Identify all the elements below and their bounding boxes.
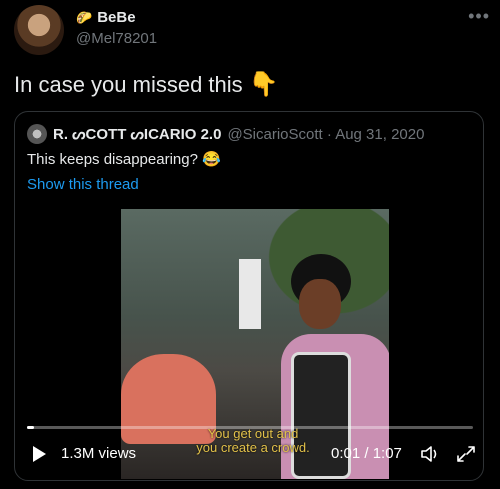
quoted-tweet[interactable]: R. ᔕCOTT ᔕICARIO 2.0 @SicarioScott · Aug… bbox=[14, 111, 484, 481]
tweet-text: In case you missed this 👇 bbox=[14, 72, 279, 98]
video-face bbox=[299, 279, 341, 329]
more-options-icon[interactable]: ••• bbox=[468, 6, 490, 27]
pointing-down-icon: 👇 bbox=[248, 71, 279, 98]
laughing-icon: 😂 bbox=[202, 151, 221, 168]
video-player[interactable]: You get out and you create a crowd. bbox=[121, 209, 389, 479]
quoted-avatar[interactable] bbox=[27, 124, 47, 144]
show-thread-link[interactable]: Show this thread bbox=[27, 176, 139, 193]
volume-icon[interactable] bbox=[420, 444, 442, 464]
author-avatar[interactable] bbox=[14, 5, 64, 55]
quoted-meta: @SicarioScott · Aug 31, 2020 bbox=[227, 125, 425, 143]
quoted-text: This keeps disappearing? 😂 bbox=[27, 150, 221, 168]
video-progress-bar[interactable] bbox=[27, 426, 473, 429]
quoted-display-name[interactable]: R. ᔕCOTT ᔕICARIO 2.0 bbox=[53, 125, 221, 143]
author-name-row: 🌮 BeBe bbox=[76, 9, 136, 26]
play-icon[interactable] bbox=[33, 446, 46, 462]
view-count: 1.3M views bbox=[61, 445, 137, 462]
author-display-name[interactable]: BeBe bbox=[97, 9, 135, 26]
taco-icon: 🌮 bbox=[76, 10, 93, 25]
tweet-body: In case you missed this bbox=[14, 72, 243, 97]
video-timecode: 0:01 / 1:07 bbox=[331, 445, 402, 462]
expand-icon[interactable] bbox=[455, 444, 477, 464]
video-progress-fill bbox=[27, 426, 34, 429]
video-controls: 1.3M views 0:01 / 1:07 bbox=[15, 440, 485, 468]
video-caption-line1: You get out and bbox=[207, 426, 299, 441]
quoted-body: This keeps disappearing? bbox=[27, 151, 198, 168]
video-sign bbox=[239, 259, 261, 329]
author-handle[interactable]: @Mel78201 bbox=[76, 30, 157, 47]
quoted-header: R. ᔕCOTT ᔕICARIO 2.0 @SicarioScott · Aug… bbox=[27, 124, 424, 144]
